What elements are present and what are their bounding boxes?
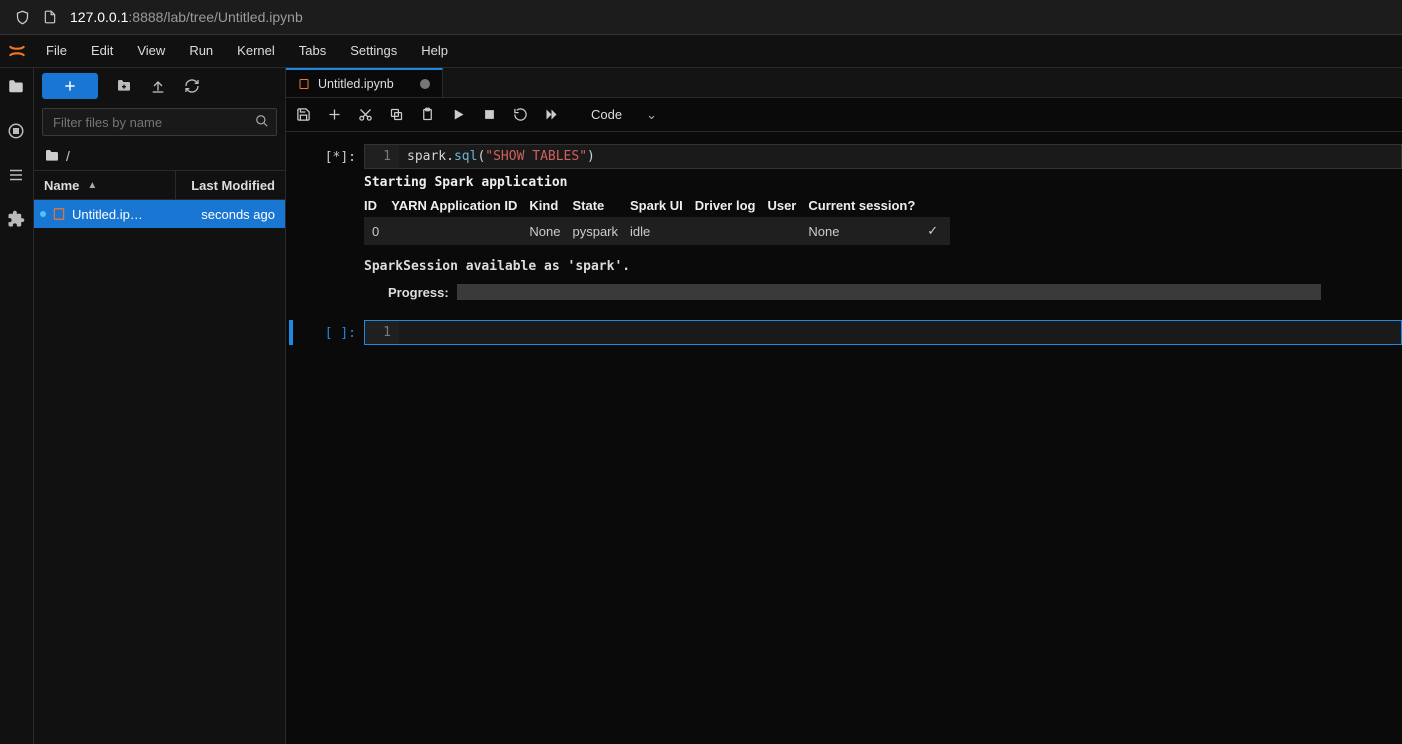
progress-label: Progress: xyxy=(388,285,449,300)
shield-icon xyxy=(14,9,30,25)
output-text: SparkSession available as 'spark'. xyxy=(364,259,1402,274)
running-icon[interactable] xyxy=(7,122,27,142)
cut-icon[interactable] xyxy=(358,107,373,122)
document-tabstrip: Untitled.ipynb xyxy=(286,68,1402,98)
cell-type-label: Code xyxy=(591,107,622,122)
breadcrumb-root[interactable]: / xyxy=(66,148,70,164)
new-launcher-button[interactable] xyxy=(42,73,98,99)
breadcrumb[interactable]: / xyxy=(34,142,285,170)
menu-run[interactable]: Run xyxy=(177,34,225,68)
menu-kernel[interactable]: Kernel xyxy=(225,34,287,68)
cell-gutter xyxy=(289,320,293,345)
insert-cell-icon[interactable] xyxy=(327,107,342,122)
page-icon xyxy=(42,9,58,25)
browser-address-bar: 127.0.0.1:8888/lab/tree/Untitled.ipynb xyxy=(0,0,1402,34)
file-toolbar xyxy=(34,68,285,104)
line-number: 1 xyxy=(365,321,399,344)
cell-gutter xyxy=(286,144,296,310)
refresh-icon[interactable] xyxy=(184,78,200,94)
folder-icon[interactable] xyxy=(7,78,27,98)
menu-help[interactable]: Help xyxy=(409,34,460,68)
toc-icon[interactable] xyxy=(7,166,27,186)
save-icon[interactable] xyxy=(296,107,311,122)
filter-row xyxy=(34,104,285,142)
app-top-bar: File Edit View Run Kernel Tabs Settings … xyxy=(0,34,1402,68)
table-row: 0 None pyspark idle None ✓ xyxy=(364,217,950,245)
spark-application-table: ID YARN Application ID Kind State Spark … xyxy=(364,194,950,245)
folder-icon xyxy=(44,148,60,164)
code-input[interactable]: 1 xyxy=(364,320,1402,345)
notebook-toolbar: Code ⌄ xyxy=(286,98,1402,132)
menu-file[interactable]: File xyxy=(34,34,79,68)
file-filter-input[interactable] xyxy=(42,108,277,136)
notebook-area: Untitled.ipynb Code ⌄ [*]: xyxy=(286,68,1402,744)
url-port: :8888 xyxy=(128,9,163,25)
cell-prompt: [*]: xyxy=(296,144,364,310)
interrupt-icon[interactable] xyxy=(482,107,497,122)
col-modified[interactable]: Last Modified xyxy=(175,171,285,199)
table-header-row: ID YARN Application ID Kind State Spark … xyxy=(364,194,950,217)
code-cell[interactable]: [*]: 1 spark.sql("SHOW TABLES") Starting… xyxy=(286,144,1402,310)
menu-settings[interactable]: Settings xyxy=(338,34,409,68)
activity-bar xyxy=(0,68,34,744)
main-area: / Name ▲ Last Modified Untitled.ip… seco… xyxy=(0,68,1402,744)
running-dot-icon xyxy=(40,211,46,217)
paste-icon[interactable] xyxy=(420,107,435,122)
notebook-icon xyxy=(298,78,310,90)
progress-bar xyxy=(457,284,1321,300)
copy-icon[interactable] xyxy=(389,107,404,122)
url-host: 127.0.0.1 xyxy=(70,9,128,25)
notebook-body[interactable]: [*]: 1 spark.sql("SHOW TABLES") Starting… xyxy=(286,132,1402,744)
dirty-indicator-icon xyxy=(420,79,430,89)
code-line[interactable]: spark.sql("SHOW TABLES") xyxy=(399,145,1401,168)
code-cell[interactable]: [ ]: 1 xyxy=(286,320,1402,345)
progress-row: Progress: xyxy=(364,284,1402,300)
menu-edit[interactable]: Edit xyxy=(79,34,125,68)
file-list-header: Name ▲ Last Modified xyxy=(34,170,285,200)
url[interactable]: 127.0.0.1:8888/lab/tree/Untitled.ipynb xyxy=(70,9,303,25)
code-input[interactable]: 1 spark.sql("SHOW TABLES") xyxy=(364,144,1402,169)
file-modified: seconds ago xyxy=(201,207,285,222)
new-folder-icon[interactable] xyxy=(116,78,132,94)
output-text: Starting Spark application xyxy=(364,175,1402,190)
run-icon[interactable] xyxy=(451,107,466,122)
menu-view[interactable]: View xyxy=(125,34,177,68)
menu-tabs[interactable]: Tabs xyxy=(287,34,338,68)
code-line[interactable] xyxy=(399,321,1401,344)
col-name[interactable]: Name ▲ xyxy=(34,178,175,193)
restart-icon[interactable] xyxy=(513,107,528,122)
file-browser-panel: / Name ▲ Last Modified Untitled.ip… seco… xyxy=(34,68,286,744)
chevron-down-icon: ⌄ xyxy=(646,107,657,123)
search-icon xyxy=(255,114,269,128)
upload-icon[interactable] xyxy=(150,78,166,94)
jupyter-logo[interactable] xyxy=(0,41,34,61)
check-icon: ✓ xyxy=(927,217,950,245)
cell-prompt: [ ]: xyxy=(296,320,364,345)
tab-title: Untitled.ipynb xyxy=(318,77,394,91)
file-row[interactable]: Untitled.ip… seconds ago xyxy=(34,200,285,228)
extensions-icon[interactable] xyxy=(7,210,27,230)
restart-run-all-icon[interactable] xyxy=(544,107,559,122)
file-name: Untitled.ip… xyxy=(72,207,201,222)
menu-bar: File Edit View Run Kernel Tabs Settings … xyxy=(34,34,460,68)
tab-untitled[interactable]: Untitled.ipynb xyxy=(286,68,443,97)
line-number: 1 xyxy=(365,145,399,168)
sort-caret-icon: ▲ xyxy=(87,180,97,191)
cell-type-select[interactable]: Code ⌄ xyxy=(583,104,665,126)
url-path: /lab/tree/Untitled.ipynb xyxy=(163,9,302,25)
notebook-icon xyxy=(52,207,66,221)
cell-output: Starting Spark application ID YARN Appli… xyxy=(364,169,1402,310)
